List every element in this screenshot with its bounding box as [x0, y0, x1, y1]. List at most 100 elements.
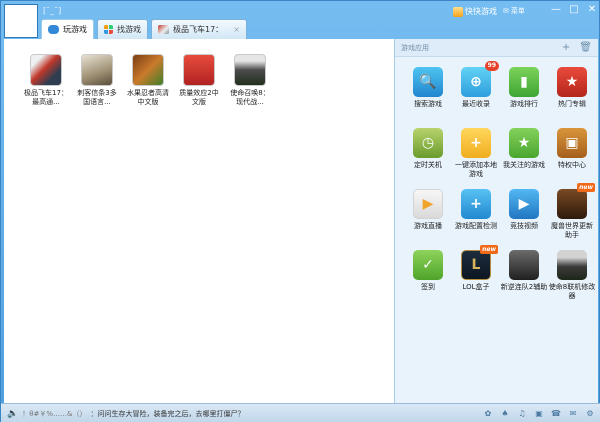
tab-close-icon[interactable]: × [233, 25, 240, 34]
app-config-check[interactable]: + 游戏配置检测 [452, 189, 500, 240]
grid-icon [104, 25, 113, 34]
app-label: 魔兽世界更新助手 [551, 222, 593, 239]
app-privilege[interactable]: ▣ 特权中心 [548, 128, 596, 179]
game-apps-panel: 游戏应用 + 🗑 🔍 搜索游戏 ⊕ 99 最近收录 ▮ 游戏排行 ★ 热门专辑 … [394, 39, 598, 403]
minimize-button[interactable]: — [551, 4, 561, 15]
app-label: 最近收录 [462, 100, 490, 108]
game-cover-icon [81, 54, 113, 86]
config-check-icon: + [461, 189, 491, 219]
app-live[interactable]: ▶ 游戏直播 [404, 189, 452, 240]
game-label: 刺客信条3多国语言... [77, 89, 117, 106]
menu-label: 菜单 [510, 7, 525, 15]
video-icon: ▶ [509, 189, 539, 219]
app-followed[interactable]: ★ 我关注的游戏 [500, 128, 548, 179]
lol-icon: L new [461, 245, 498, 280]
mail-icon: ✉ [503, 7, 509, 15]
chest-icon: ▣ [557, 128, 587, 158]
tab-play-games[interactable]: 玩游戏 [41, 19, 94, 39]
app-logo-icon [453, 6, 463, 17]
app-label: 游戏排行 [510, 100, 538, 108]
tab-need-for-speed[interactable]: 极品飞车17： × [151, 19, 247, 39]
title-bar: [¯_¯] 快快游戏 ✉ 菜单 — □ ✕ 玩游戏 找游戏 极品飞车17： × [1, 1, 600, 39]
apps-header: 游戏应用 + 🗑 [395, 39, 598, 57]
app-label: 游戏配置检测 [455, 222, 497, 230]
game-item[interactable]: 刺客信条3多国语言... [74, 54, 120, 107]
game-icon[interactable]: ▣ [534, 409, 544, 418]
cod-icon [557, 250, 587, 280]
close-button[interactable]: ✕ [587, 4, 597, 15]
app-checkin[interactable]: ✓ 签到 [404, 250, 452, 301]
app-ranking[interactable]: ▮ 游戏排行 [500, 67, 548, 118]
game-item[interactable]: 极品飞车17：最高通... [23, 54, 69, 107]
game-item[interactable]: 水果忍者高清中文版 [125, 54, 171, 107]
settings-icon[interactable]: ⚙ [585, 409, 595, 418]
game-label: 质量效应2中文版 [179, 89, 219, 106]
app-lol-box[interactable]: L new LOL盒子 [452, 245, 500, 301]
count-badge: 99 [484, 61, 499, 71]
app-search-games[interactable]: 🔍 搜索游戏 [404, 67, 452, 118]
chat-icon[interactable]: ✉ [568, 409, 578, 418]
game-label: 使命召唤8：现代战... [230, 89, 270, 106]
folder-add-icon: + [461, 128, 491, 158]
app-label: 特权中心 [558, 161, 586, 169]
app-label: 游戏直播 [414, 222, 442, 230]
shirt-icon[interactable]: ♠ [500, 409, 510, 418]
app-shutdown-timer[interactable]: ◷ 定时关机 [404, 128, 452, 179]
my-games-panel: 极品飞车17：最高通... 刺客信条3多国语言... 水果忍者高清中文版 质量效… [4, 39, 394, 403]
apps-title: 游戏应用 [401, 43, 429, 52]
game-cover-icon [30, 54, 62, 86]
add-icon[interactable]: + [562, 42, 570, 53]
app-add-local[interactable]: + 一键添加本地游戏 [452, 128, 500, 179]
clock-icon: ◷ [413, 128, 443, 158]
live-icon: ▶ [413, 189, 443, 219]
username[interactable]: [¯_¯] [43, 6, 61, 15]
avatar[interactable] [4, 4, 38, 38]
wow-icon: new [557, 183, 595, 219]
app-label: 定时关机 [414, 161, 442, 169]
star-icon: ★ [509, 128, 539, 158]
game-cover-icon [234, 54, 266, 86]
app-wow-helper[interactable]: new 魔兽世界更新助手 [548, 183, 596, 240]
battlefield-icon [509, 250, 539, 280]
window-controls: — □ ✕ [551, 4, 597, 15]
rank-icon: ▮ [509, 67, 539, 97]
app-label: 一键添加本地游戏 [455, 161, 497, 178]
recent-icon: ⊕ 99 [461, 61, 499, 97]
status-bar: 🔈 ！θ#￥%……&（） ：问问生存大冒险，装备完之后，去哪里打僵尸？ ✿ ♠ … [1, 403, 600, 422]
app-battlefield-helper[interactable]: 新逆连队2辅助 [500, 250, 548, 301]
phone-icon[interactable]: ☎ [551, 409, 561, 418]
tab-bar: 玩游戏 找游戏 极品飞车17： × [41, 19, 247, 39]
status-tools: ✿ ♠ ♫ ▣ ☎ ✉ ⚙ [483, 409, 595, 418]
game-cover-icon [132, 54, 164, 86]
skin-icon[interactable]: ✿ [483, 409, 493, 418]
menu-button[interactable]: ✉ 菜单 [503, 6, 525, 16]
speaker-icon[interactable]: 🔈 [7, 409, 18, 419]
lol-glyph: L [471, 257, 481, 273]
app-cod-modifier[interactable]: 使命8联机修改器 [548, 250, 596, 301]
app-hot-album[interactable]: ★ 热门专辑 [548, 67, 596, 118]
recent-glyph: ⊕ [470, 74, 482, 90]
app-label: 搜索游戏 [414, 100, 442, 108]
app-esports-video[interactable]: ▶ 竞技视频 [500, 189, 548, 240]
game-item[interactable]: 使命召唤8：现代战... [227, 54, 273, 107]
app-window: [¯_¯] 快快游戏 ✉ 菜单 — □ ✕ 玩游戏 找游戏 极品飞车17： × … [0, 0, 600, 422]
app-recent[interactable]: ⊕ 99 最近收录 [452, 61, 500, 118]
app-title: 快快游戏 [453, 6, 497, 17]
app-label: 签到 [421, 283, 435, 291]
game-cover-icon [183, 54, 215, 86]
app-label: 我关注的游戏 [503, 161, 545, 169]
tab-find-games[interactable]: 找游戏 [97, 19, 148, 39]
game-thumb-icon [158, 25, 169, 34]
status-message[interactable]: ：问问生存大冒险，装备完之后，去哪里打僵尸？ [90, 409, 244, 419]
app-grid: 🔍 搜索游戏 ⊕ 99 最近收录 ▮ 游戏排行 ★ 热门专辑 ◷ 定时关机 + … [404, 61, 598, 301]
app-label: 热门专辑 [558, 100, 586, 108]
game-label: 极品飞车17：最高通... [24, 89, 68, 106]
maximize-button[interactable]: □ [569, 4, 579, 15]
music-icon[interactable]: ♫ [517, 409, 527, 418]
tab-label: 玩游戏 [63, 25, 87, 34]
trash-icon[interactable]: 🗑 [579, 42, 592, 53]
game-item[interactable]: 质量效应2中文版 [176, 54, 222, 107]
app-label: 新逆连队2辅助 [500, 283, 548, 291]
status-emote: ！θ#￥%……&（） [22, 409, 87, 418]
game-list: 极品飞车17：最高通... 刺客信条3多国语言... 水果忍者高清中文版 质量效… [23, 54, 273, 107]
